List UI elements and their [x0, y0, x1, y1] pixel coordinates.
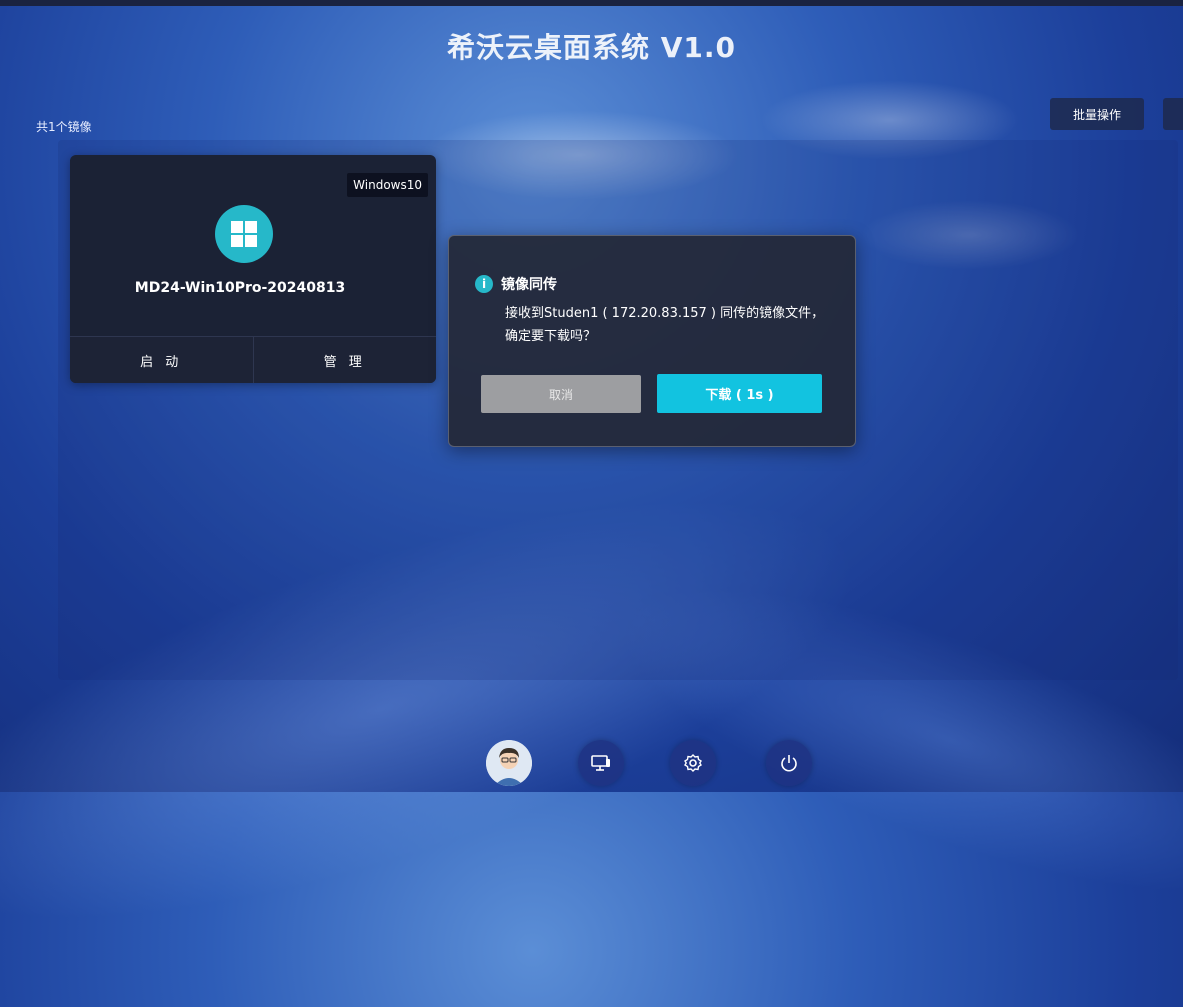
cancel-button[interactable]: 取消: [481, 375, 641, 413]
top-edge: [0, 0, 1183, 6]
desktop-monitor-icon[interactable]: [578, 740, 624, 786]
manage-button[interactable]: 管 理: [253, 337, 436, 383]
image-card-actions: 启 动 管 理: [70, 336, 436, 383]
dialog-message: 接收到Studen1 ( 172.20.83.157 ) 同传的镜像文件，确定要…: [505, 306, 825, 344]
info-icon: i: [475, 275, 493, 293]
download-button[interactable]: 下载 ( 1s ): [657, 374, 822, 413]
settings-icon[interactable]: [670, 740, 716, 786]
dialog-header: i 镜像同传: [475, 274, 557, 294]
windows-icon: [215, 205, 273, 263]
batch-operation-button[interactable]: 批量操作: [1050, 98, 1144, 130]
image-card[interactable]: Windows10 MD24-Win10Pro-20240813 启 动 管 理: [70, 155, 436, 383]
start-button[interactable]: 启 动: [70, 337, 254, 383]
app-title: 希沃云桌面系统 V1.0: [446, 31, 737, 64]
dialog-title: 镜像同传: [501, 277, 557, 293]
power-icon[interactable]: [766, 740, 812, 786]
avatar[interactable]: [486, 740, 532, 786]
toolbar-button-partial[interactable]: [1163, 98, 1183, 130]
image-name: MD24-Win10Pro-20240813: [134, 280, 346, 296]
image-transfer-dialog: i 镜像同传 接收到Studen1 ( 172.20.83.157 ) 同传的镜…: [448, 235, 856, 447]
bottom-dock: [0, 740, 1183, 792]
os-tag: Windows10: [347, 173, 428, 197]
image-count-label: 共1个镜像: [36, 120, 92, 134]
